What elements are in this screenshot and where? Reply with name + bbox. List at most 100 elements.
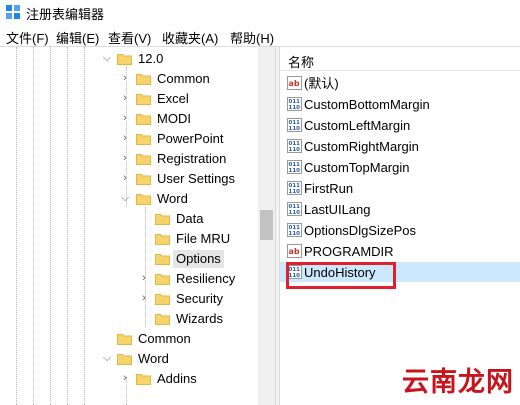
tree-node-label: Excel [157, 91, 189, 106]
folder-open-icon [117, 354, 132, 365]
column-header-name[interactable]: 名称 [280, 47, 520, 71]
tree-node-word[interactable]: ⌵ Word [0, 189, 258, 209]
value-name: OptionsDlgSizePos [304, 223, 416, 238]
folder-icon [155, 294, 170, 305]
tree-node-powerpoint[interactable]: › PowerPoint [0, 129, 258, 149]
value-row-customtopmargin[interactable]: 011 110 CustomTopMargin [280, 157, 520, 177]
binary-value-icon: 011110 [287, 181, 302, 195]
chevron-right-icon[interactable]: › [119, 71, 131, 85]
folder-icon [136, 174, 151, 185]
svg-text:110: 110 [289, 189, 301, 195]
tree-node-data[interactable]: Data [0, 209, 258, 229]
menu-bar: 文件(F) 编辑(E) 查看(V) 收藏夹(A) 帮助(H) [0, 26, 520, 46]
chevron-right-icon[interactable]: › [119, 151, 131, 165]
tree-node-label: File MRU [176, 231, 231, 246]
tree-node-excel[interactable]: › Excel [0, 89, 258, 109]
tree-node-label: 12.0 [138, 51, 164, 66]
value-name: (默认) [304, 76, 339, 91]
title-bar: 注册表编辑器 [0, 0, 520, 24]
tree-node-wizards[interactable]: Wizards [0, 309, 258, 329]
value-row-custombottommargin[interactable]: 011 110 CustomBottomMargin [280, 94, 520, 114]
tree-node-label: Data [176, 211, 204, 226]
value-row-optionsdlgsizepos[interactable]: 011 110 OptionsDlgSizePos [280, 220, 520, 240]
value-row-default[interactable]: ab (默认) [280, 73, 520, 93]
tree-node-user-settings[interactable]: › User Settings [0, 169, 258, 189]
tree-node-12-0[interactable]: ⌵ 12.0 [0, 49, 258, 69]
value-row-customrightmargin[interactable]: 011 110 CustomRightMargin [280, 136, 520, 156]
chevron-right-icon[interactable]: › [119, 171, 131, 185]
tree-node-options[interactable]: Options [0, 249, 258, 269]
chevron-down-icon[interactable]: ⌵ [101, 351, 113, 365]
value-row-customleftmargin[interactable]: 011 110 CustomLeftMargin [280, 115, 520, 135]
tree-node-label: Common [157, 71, 210, 86]
folder-icon [136, 154, 151, 165]
string-value-icon: ab [287, 76, 302, 90]
chevron-down-icon[interactable]: ⌵ [101, 51, 113, 65]
chevron-down-icon[interactable]: ⌵ [119, 191, 131, 205]
folder-icon [155, 314, 170, 325]
regedit-app-icon [6, 5, 20, 19]
folder-icon [117, 334, 132, 345]
binary-value-icon: 011110 [287, 139, 302, 153]
tree-node-label: Word [157, 191, 188, 206]
tree-node-label: Wizards [176, 311, 223, 326]
menu-favorites[interactable]: 收藏夹(A) [162, 28, 218, 47]
value-row-programdir[interactable]: ab PROGRAMDIR [280, 241, 520, 261]
tree-node-label: Security [176, 291, 223, 306]
tree-scrollbar[interactable] [258, 47, 275, 405]
binary-value-icon: 011110 [287, 118, 302, 132]
menu-view[interactable]: 查看(V) [108, 28, 151, 47]
svg-text:ab: ab [289, 79, 300, 88]
tree-node-label: PowerPoint [157, 131, 224, 146]
tree-node-registration[interactable]: › Registration [0, 149, 258, 169]
value-name: CustomBottomMargin [304, 97, 430, 112]
tree-node-word-2[interactable]: ⌵ Word [0, 349, 258, 369]
tree-node-label: Registration [157, 151, 227, 166]
value-row-firstrun[interactable]: 011 110 FirstRun [280, 178, 520, 198]
tree-node-label: Options [173, 250, 224, 268]
svg-text:110: 110 [289, 168, 301, 174]
binary-value-icon: 011110 [287, 160, 302, 174]
value-row-lastuilang[interactable]: 011 110 LastUILang [280, 199, 520, 219]
svg-text:ab: ab [289, 247, 300, 256]
tree-node-file-mru[interactable]: File MRU [0, 229, 258, 249]
tree-scrollbar-thumb[interactable] [260, 210, 273, 240]
svg-text:110: 110 [289, 105, 301, 111]
binary-value-icon: 011110 [287, 202, 302, 216]
value-name: PROGRAMDIR [304, 244, 394, 259]
binary-value-icon: 011110 [287, 223, 302, 237]
value-name: CustomTopMargin [304, 160, 410, 175]
string-value-icon: ab [287, 244, 302, 258]
watermark-logo: 云南龙网 [402, 367, 514, 397]
menu-file[interactable]: 文件(F) [6, 28, 49, 47]
folder-open-icon [155, 254, 170, 265]
values-list[interactable]: 名称 ab (默认) 011 110 CustomBottomMargin 011… [280, 47, 520, 405]
chevron-right-icon[interactable]: › [119, 111, 131, 125]
chevron-right-icon[interactable]: › [119, 371, 131, 385]
folder-icon [136, 114, 151, 125]
tree-node-security[interactable]: › Security [0, 289, 258, 309]
tree-node-label: MODI [157, 111, 191, 126]
chevron-right-icon[interactable]: › [138, 271, 150, 285]
chevron-right-icon[interactable]: › [138, 291, 150, 305]
registry-tree[interactable]: ⌵ 12.0 › Common › Excel › MODI › PowerPo… [0, 47, 275, 405]
tree-node-resiliency[interactable]: › Resiliency [0, 269, 258, 289]
menu-edit[interactable]: 编辑(E) [56, 28, 99, 47]
tree-node-modi[interactable]: › MODI [0, 109, 258, 129]
highlight-annotation-box [286, 262, 396, 289]
chevron-right-icon[interactable]: › [119, 91, 131, 105]
tree-node-label: User Settings [157, 171, 236, 186]
menu-help[interactable]: 帮助(H) [230, 28, 274, 47]
folder-icon [155, 234, 170, 245]
value-name: FirstRun [304, 181, 354, 196]
window-title: 注册表编辑器 [26, 7, 105, 22]
folder-open-icon [136, 194, 151, 205]
svg-text:110: 110 [289, 210, 301, 216]
tree-node-common-2[interactable]: Common [0, 329, 258, 349]
folder-icon [155, 274, 170, 285]
tree-node-addins[interactable]: › Addins [0, 369, 258, 389]
value-name: CustomRightMargin [304, 139, 419, 154]
tree-node-label: Resiliency [176, 271, 236, 286]
tree-node-common[interactable]: › Common [0, 69, 258, 89]
chevron-right-icon[interactable]: › [119, 131, 131, 145]
